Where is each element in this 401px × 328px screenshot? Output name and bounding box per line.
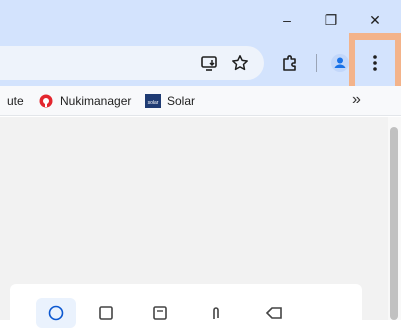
toolbar-divider xyxy=(316,54,317,72)
bookmarks-overflow-button[interactable]: » xyxy=(352,91,361,109)
minimize-button[interactable]: – xyxy=(264,0,310,40)
restore-button[interactable]: ❐ xyxy=(308,0,354,40)
scrollbar[interactable] xyxy=(388,117,401,320)
extensions-icon xyxy=(283,55,296,71)
window-titlebar: – ❐ ✕ xyxy=(0,0,401,40)
profile-icon xyxy=(331,54,349,72)
bookmark-item-solar[interactable]: solar Solar xyxy=(145,93,195,109)
profile-button[interactable] xyxy=(329,52,351,74)
more-menu-button[interactable] xyxy=(355,40,395,86)
document-icon xyxy=(153,306,167,320)
paperclip-icon xyxy=(213,307,219,319)
solar-icon-text: solar xyxy=(148,100,159,106)
close-icon: ✕ xyxy=(369,11,381,28)
card-tab-4[interactable] xyxy=(196,298,236,328)
card-tab-1[interactable] xyxy=(36,298,76,328)
more-menu-icon xyxy=(373,55,377,71)
address-bar[interactable] xyxy=(0,46,264,80)
install-app-icon xyxy=(201,56,217,71)
bookmark-star-button[interactable] xyxy=(229,52,251,74)
bookmark-label: Nukimanager xyxy=(60,94,132,108)
bookmarks-bar: ute Nukimanager solar Solar » xyxy=(0,86,401,116)
extensions-button[interactable] xyxy=(279,52,301,74)
tag-icon xyxy=(265,307,282,319)
star-icon xyxy=(232,55,248,71)
minimize-icon: – xyxy=(283,12,291,28)
bookmark-item[interactable]: ute xyxy=(7,93,24,109)
bookmark-label: ute xyxy=(7,94,24,108)
scrollbar-thumb[interactable] xyxy=(390,127,398,320)
circle-icon xyxy=(48,305,64,321)
bookmark-label: Solar xyxy=(167,94,196,108)
bookmark-item-nukimanager[interactable]: Nukimanager xyxy=(38,93,131,109)
solar-icon: solar xyxy=(145,93,161,109)
browser-toolbar xyxy=(0,40,401,86)
card-tab-3[interactable] xyxy=(140,298,180,328)
install-app-button[interactable] xyxy=(198,52,220,74)
nuki-icon xyxy=(38,93,54,109)
card-tab-2[interactable] xyxy=(86,298,126,328)
restore-icon: ❐ xyxy=(324,11,338,28)
content-card xyxy=(10,284,362,328)
card-tab-5[interactable] xyxy=(254,298,294,328)
square-icon xyxy=(99,306,113,320)
